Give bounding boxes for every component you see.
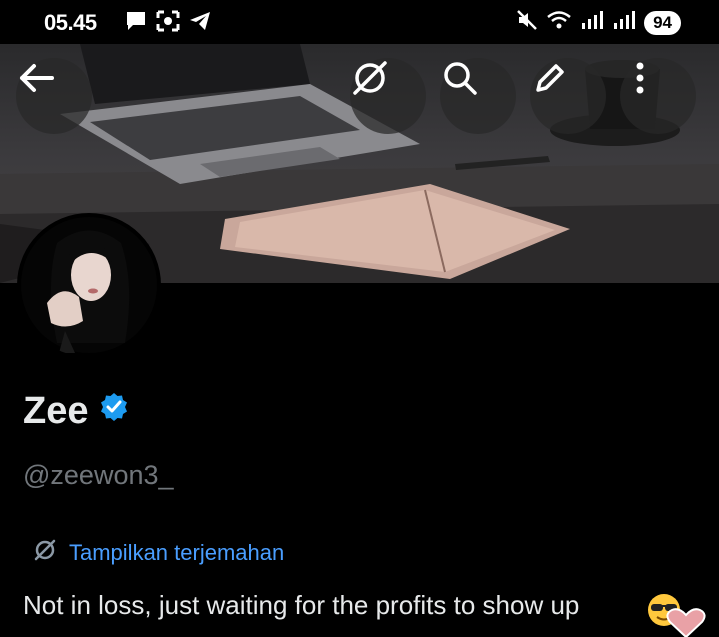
search-button[interactable]: [440, 58, 516, 134]
status-time: 05.45: [44, 10, 97, 35]
status-system-icons: 94: [516, 9, 681, 36]
profile-bio: Not in loss, just waiting for the profit…: [23, 590, 580, 620]
grok-button[interactable]: [350, 58, 426, 134]
wifi-icon: [546, 9, 572, 36]
edit-button[interactable]: [530, 58, 606, 134]
battery-indicator: 94: [644, 10, 681, 35]
screenshot-scan-icon: [156, 10, 180, 37]
signal-icon: [580, 9, 604, 36]
back-button[interactable]: [16, 58, 92, 134]
translate-bio-link[interactable]: Tampilkan terjemahan: [33, 538, 284, 567]
status-notification-icons: [124, 10, 212, 37]
avatar[interactable]: [17, 213, 161, 357]
telegram-icon: [188, 10, 212, 37]
sunglasses-heart-emoji-icon: [646, 588, 708, 637]
profile-handle: @zeewon3_: [23, 460, 174, 490]
chat-bubble-icon: [124, 10, 148, 37]
verified-badge-icon[interactable]: [98, 390, 130, 433]
profile-display-name: Zee: [23, 390, 130, 433]
display-name-text: Zee: [23, 390, 89, 432]
more-button[interactable]: [620, 58, 696, 134]
grok-translate-icon: [33, 538, 57, 567]
avatar-image: [21, 217, 157, 353]
signal-icon-2: [612, 9, 636, 36]
status-bar: 05.45 94: [0, 0, 719, 44]
profile-screen: 05.45 94 Zee @zeewon3_ Tampilkan terjema…: [0, 0, 719, 637]
mute-icon: [516, 9, 538, 36]
translate-link-label[interactable]: Tampilkan terjemahan: [69, 540, 284, 566]
